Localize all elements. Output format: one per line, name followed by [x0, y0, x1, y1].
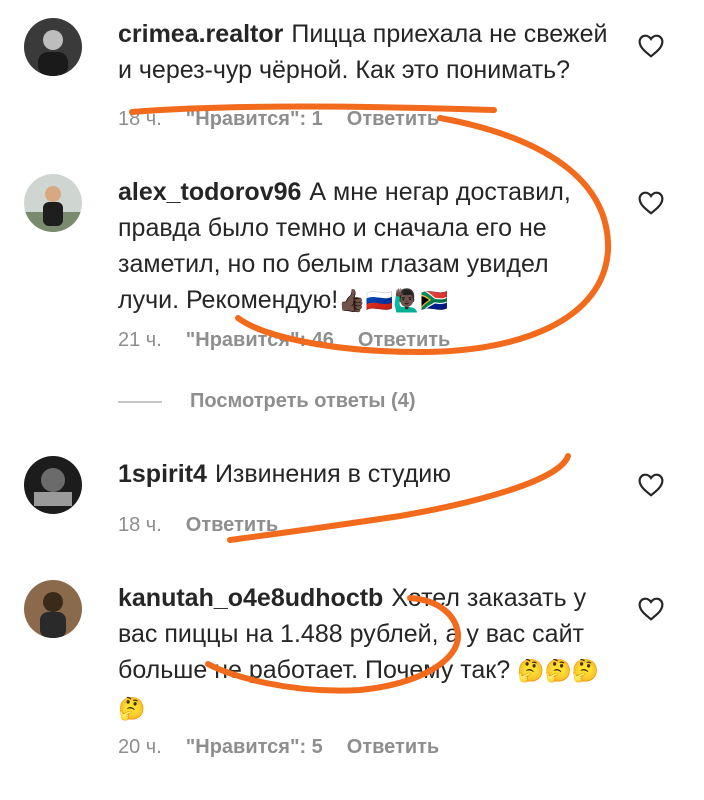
like-heart-icon[interactable]: [638, 597, 664, 621]
likes-count[interactable]: "Нравится": 46: [186, 329, 334, 351]
comment-emojis: 👍🏿🇷🇺🙋🏿‍♂️🇿🇦: [338, 289, 448, 314]
avatar[interactable]: [24, 174, 82, 232]
comment-text: kanutah_o4e8udhoctb Хотел заказать у вас …: [118, 580, 614, 728]
comment-username[interactable]: kanutah_o4e8udhoctb: [118, 584, 383, 612]
view-replies-button[interactable]: Посмотреть ответы (4): [118, 390, 416, 413]
likes-count[interactable]: "Нравится": 5: [186, 736, 323, 758]
reply-button[interactable]: Ответить: [186, 514, 278, 536]
likes-count[interactable]: "Нравится": 1: [186, 108, 323, 130]
comment-time: 18 ч.: [118, 108, 162, 130]
replies-divider: [118, 400, 162, 403]
comment-time: 18 ч.: [118, 514, 162, 536]
view-replies-label[interactable]: Посмотреть ответы (4): [190, 390, 416, 412]
comment-text: alex_todorov96 А мне негар доставил, прав…: [118, 174, 614, 320]
comment-meta: 18 ч. "Нравится": 1 Ответить: [118, 108, 463, 131]
like-heart-icon[interactable]: [638, 191, 664, 215]
comment-text: 1spirit4 Извинения в студию: [118, 456, 614, 492]
reply-button[interactable]: Ответить: [347, 108, 439, 130]
like-heart-icon[interactable]: [638, 34, 664, 58]
comment-meta: 21 ч. "Нравится": 46 Ответить: [118, 329, 474, 352]
comment-meta: 20 ч. "Нравится": 5 Ответить: [118, 736, 463, 759]
reply-button[interactable]: Ответить: [358, 329, 450, 351]
like-heart-icon[interactable]: [638, 473, 664, 497]
reply-button[interactable]: Ответить: [347, 736, 439, 758]
avatar[interactable]: [24, 456, 82, 514]
comment-body: Извинения в студию: [214, 460, 452, 488]
comment-time: 20 ч.: [118, 736, 162, 758]
comment-username[interactable]: 1spirit4: [118, 460, 207, 488]
comment-meta: 18 ч. Ответить: [118, 514, 302, 537]
avatar[interactable]: [24, 18, 82, 76]
comment-username[interactable]: alex_todorov96: [118, 178, 301, 206]
comment-time: 21 ч.: [118, 329, 162, 351]
avatar[interactable]: [24, 580, 82, 638]
comment-username[interactable]: crimea.realtor: [118, 20, 283, 48]
comment-text: crimea.realtor Пицца приехала не свежей и…: [118, 16, 614, 88]
